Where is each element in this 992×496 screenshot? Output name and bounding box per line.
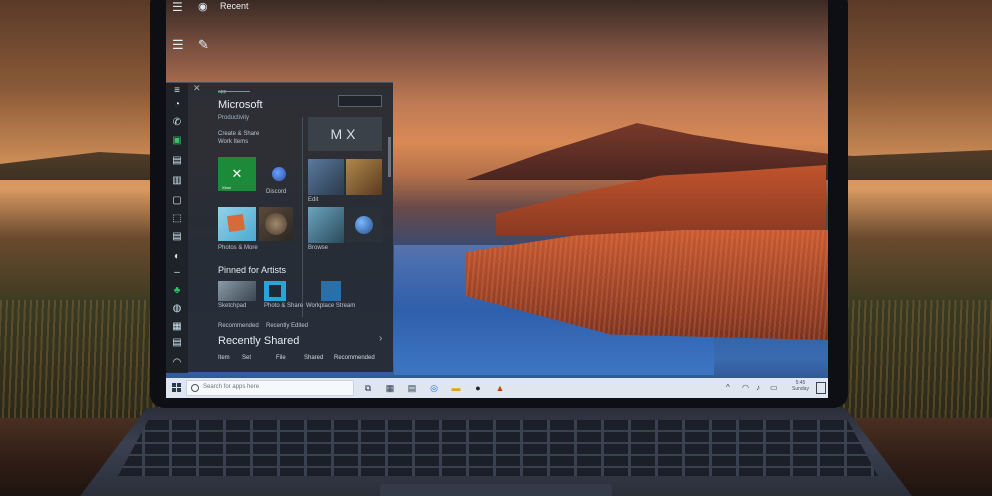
row-caption: Workplace Stream — [306, 303, 356, 309]
power-icon[interactable]: ◠ — [171, 357, 183, 369]
row-label: Recommended — [218, 323, 259, 329]
clock[interactable]: 5:45 Sunday — [792, 380, 809, 392]
start-heading: Microsoft — [218, 99, 263, 111]
scrollbar[interactable] — [388, 137, 391, 177]
close-icon[interactable]: ✕ — [193, 83, 201, 94]
divider-icon: – — [174, 267, 180, 278]
globe-icon — [355, 216, 373, 234]
bottom-item[interactable]: Shared — [304, 355, 323, 361]
sync-icon[interactable]: ◐ — [171, 251, 183, 263]
share-tile[interactable] — [264, 281, 286, 301]
sketch-tile[interactable] — [218, 281, 256, 301]
user-icon[interactable]: ◔ — [171, 99, 183, 111]
section-label: Productivity — [218, 115, 250, 121]
paint-tile[interactable] — [218, 207, 256, 241]
globe-icon[interactable]: ◍ — [171, 303, 183, 315]
battery-icon[interactable]: ▭ — [770, 383, 778, 392]
start-search-box[interactable] — [338, 95, 382, 107]
explorer-icon[interactable]: ▬ — [450, 382, 462, 394]
tile-caption: Edit — [308, 197, 319, 203]
apps-icon[interactable]: ▣ — [171, 135, 183, 147]
window-titlebar: ☰ ◉ Recent — [166, 0, 828, 20]
subtext-line: Create & Share — [218, 131, 260, 137]
bottom-item[interactable]: Item — [218, 355, 230, 361]
discord-icon — [272, 167, 286, 181]
video-tile[interactable] — [308, 159, 344, 195]
files-icon[interactable]: ▤ — [171, 231, 183, 243]
hamburger-icon[interactable]: ≡ — [171, 85, 183, 97]
workplace-tile[interactable] — [321, 281, 341, 301]
subtext-line: Work Items — [218, 139, 249, 145]
start-rail: ≡ ◔ ✆ ▣ ▤ ▥ ▢ ⬚ ▤ ◐ – ♣ ◍ ▦ ▤ ◠ — [166, 83, 188, 373]
paint-icon — [226, 213, 246, 233]
row-label: Recently Edited — [266, 323, 309, 329]
phone-icon[interactable]: ✆ — [171, 117, 183, 129]
volume-icon[interactable]: ♪ — [756, 383, 760, 392]
row-caption: Photo & Share — [264, 303, 304, 309]
chevron-right-icon[interactable]: › — [379, 333, 382, 344]
drive-icon[interactable]: ▤ — [171, 337, 183, 349]
search-icon — [191, 384, 199, 392]
discord-tile[interactable] — [266, 159, 294, 189]
photo-tile[interactable] — [259, 207, 293, 241]
files-icon[interactable]: ▤ — [406, 382, 418, 394]
bottom-item[interactable]: File — [276, 355, 286, 361]
column-divider — [302, 117, 303, 317]
chevron-up-icon[interactable]: ^ — [726, 383, 730, 392]
tile-caption: Photos & More — [218, 245, 258, 251]
windows-icon[interactable] — [172, 383, 182, 393]
notification-icon[interactable] — [816, 382, 826, 394]
task-view-icon[interactable]: ⧉ — [362, 382, 374, 394]
camera-tile[interactable] — [308, 207, 344, 243]
share-icon — [269, 285, 281, 297]
tile-caption: Discord — [266, 189, 287, 195]
search-placeholder: Search for apps here — [203, 384, 260, 390]
row-caption: Sketchpad — [218, 303, 247, 309]
taskbar: Search for apps here ⧉ ▦ ▤ ◎ ▬ ● ▲ ^ ◠ ♪… — [166, 378, 828, 398]
photo-thumbnail — [265, 213, 287, 235]
start-tiny-label: app — [218, 89, 227, 95]
accent-underline — [218, 91, 250, 92]
pen-icon[interactable]: ✎ — [198, 37, 209, 53]
tag-icon[interactable]: ⬚ — [171, 213, 183, 225]
menu-icon[interactable]: ☰ — [172, 0, 183, 14]
hamburger-icon[interactable]: ☰ — [172, 37, 184, 53]
bottom-item[interactable]: Set — [242, 355, 251, 361]
group-heading: Pinned for Artists — [218, 265, 287, 275]
start-menu: ≡ ◔ ✆ ▣ ▤ ▥ ▢ ⬚ ▤ ◐ – ♣ ◍ ▦ ▤ ◠ ✕ app Mi… — [166, 82, 393, 373]
doc-icon[interactable]: ▦ — [171, 321, 183, 333]
mix-tile[interactable]: MX — [308, 117, 382, 151]
wifi-icon[interactable]: ◠ — [742, 383, 749, 392]
keyboard — [118, 420, 878, 476]
app-icon: ◉ — [198, 1, 208, 13]
movie-tile[interactable] — [346, 159, 382, 195]
list-icon[interactable]: ▥ — [171, 175, 183, 187]
tile-caption: Browse — [308, 245, 329, 251]
documents-icon[interactable]: ▤ — [171, 155, 183, 167]
recent-heading: Recently Shared — [218, 335, 300, 347]
network-icon[interactable]: ♣ — [171, 285, 183, 297]
window-title: Recent — [220, 1, 249, 11]
edge-icon[interactable]: ◎ — [428, 382, 440, 394]
globe-tile[interactable] — [346, 207, 382, 243]
taskbar-search[interactable]: Search for apps here — [186, 380, 354, 396]
laptop-screen: ☰ ◉ Recent ☰ ✎ ≡ ◔ ✆ ▣ ▤ ▥ ▢ ⬚ ▤ ◐ – ♣ ◍… — [166, 0, 828, 398]
clock-date: Sunday — [792, 386, 809, 392]
trackpad — [380, 484, 612, 496]
widgets-icon[interactable]: ▦ — [384, 382, 396, 394]
mail-icon[interactable]: ▲ — [494, 382, 506, 394]
bottom-row: Item Set File Shared Recommended — [218, 355, 388, 365]
xbox-tile-label: Xbox — [222, 185, 232, 190]
xbox-tile[interactable]: ✕ Xbox — [218, 157, 256, 191]
store-icon[interactable]: ● — [472, 382, 484, 394]
bottom-item[interactable]: Recommended — [334, 355, 375, 361]
notes-icon[interactable]: ▢ — [171, 195, 183, 207]
